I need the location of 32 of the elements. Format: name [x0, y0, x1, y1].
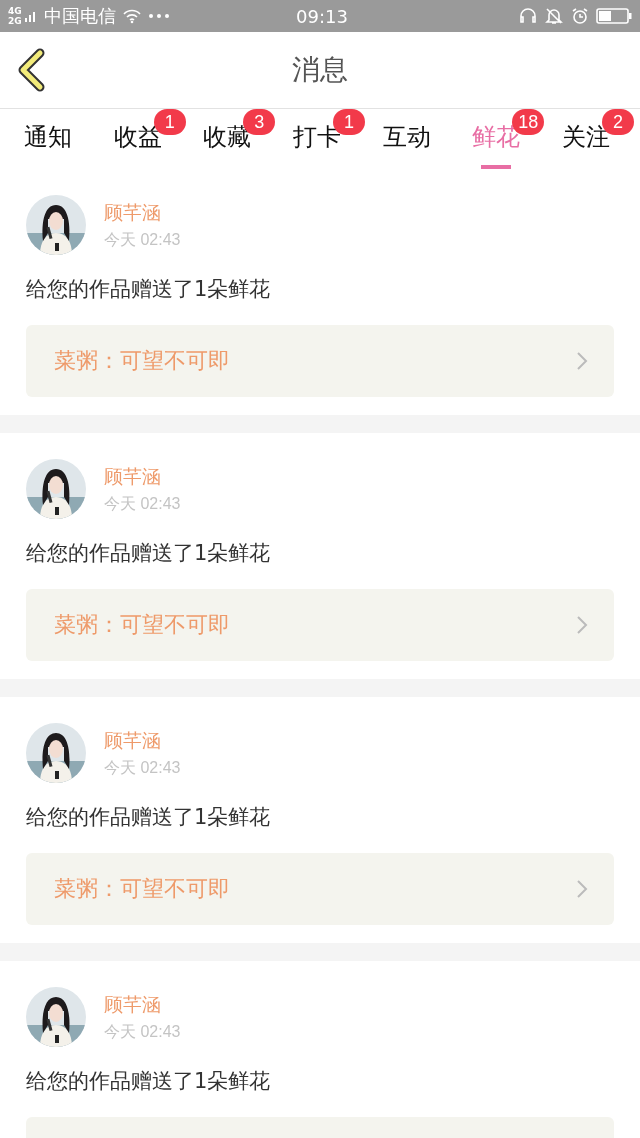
user-name[interactable]: 顾芊涵	[104, 727, 181, 754]
clock-time: 09:13	[296, 6, 348, 27]
message-time: 今天 02:43	[104, 1021, 181, 1042]
page-title: 消息	[292, 52, 348, 88]
message-text: 给您的作品赠送了1朵鲜花	[26, 804, 272, 831]
message-text: 给您的作品赠送了1朵鲜花	[26, 540, 272, 567]
tab[interactable]: 通知	[24, 121, 72, 169]
message-text: 给您的作品赠送了1朵鲜花	[26, 276, 272, 303]
headset-icon	[518, 7, 538, 25]
tab[interactable]: 互动	[382, 121, 431, 169]
user-name[interactable]: 顾芊涵	[104, 991, 181, 1018]
battery-icon	[596, 7, 632, 25]
work-link[interactable]: 菜粥：可望不可即	[26, 589, 614, 661]
carrier-name: 中国电信	[43, 4, 116, 28]
chevron-right-icon	[576, 615, 588, 635]
user-name[interactable]: 顾芊涵	[104, 463, 181, 490]
alarm-icon	[570, 7, 590, 25]
muted-bell-icon	[544, 7, 564, 25]
message-time: 今天 02:43	[104, 757, 181, 778]
chevron-right-icon	[576, 879, 588, 899]
chevron-right-icon	[576, 351, 588, 371]
user-name[interactable]: 顾芊涵	[104, 199, 181, 226]
work-link[interactable]: 菜粥：可望不可即	[26, 325, 614, 397]
signal-icon	[23, 9, 38, 23]
message-time: 今天 02:43	[104, 493, 181, 514]
network-label: 2G	[8, 16, 22, 26]
message-time: 今天 02:43	[104, 229, 181, 250]
more-icon	[147, 13, 170, 19]
network-label: 4G	[8, 6, 22, 16]
work-link[interactable]: 菜粥：可望不可即	[26, 853, 614, 925]
message-text: 给您的作品赠送了1朵鲜花	[26, 1068, 272, 1095]
wifi-icon	[121, 8, 142, 24]
